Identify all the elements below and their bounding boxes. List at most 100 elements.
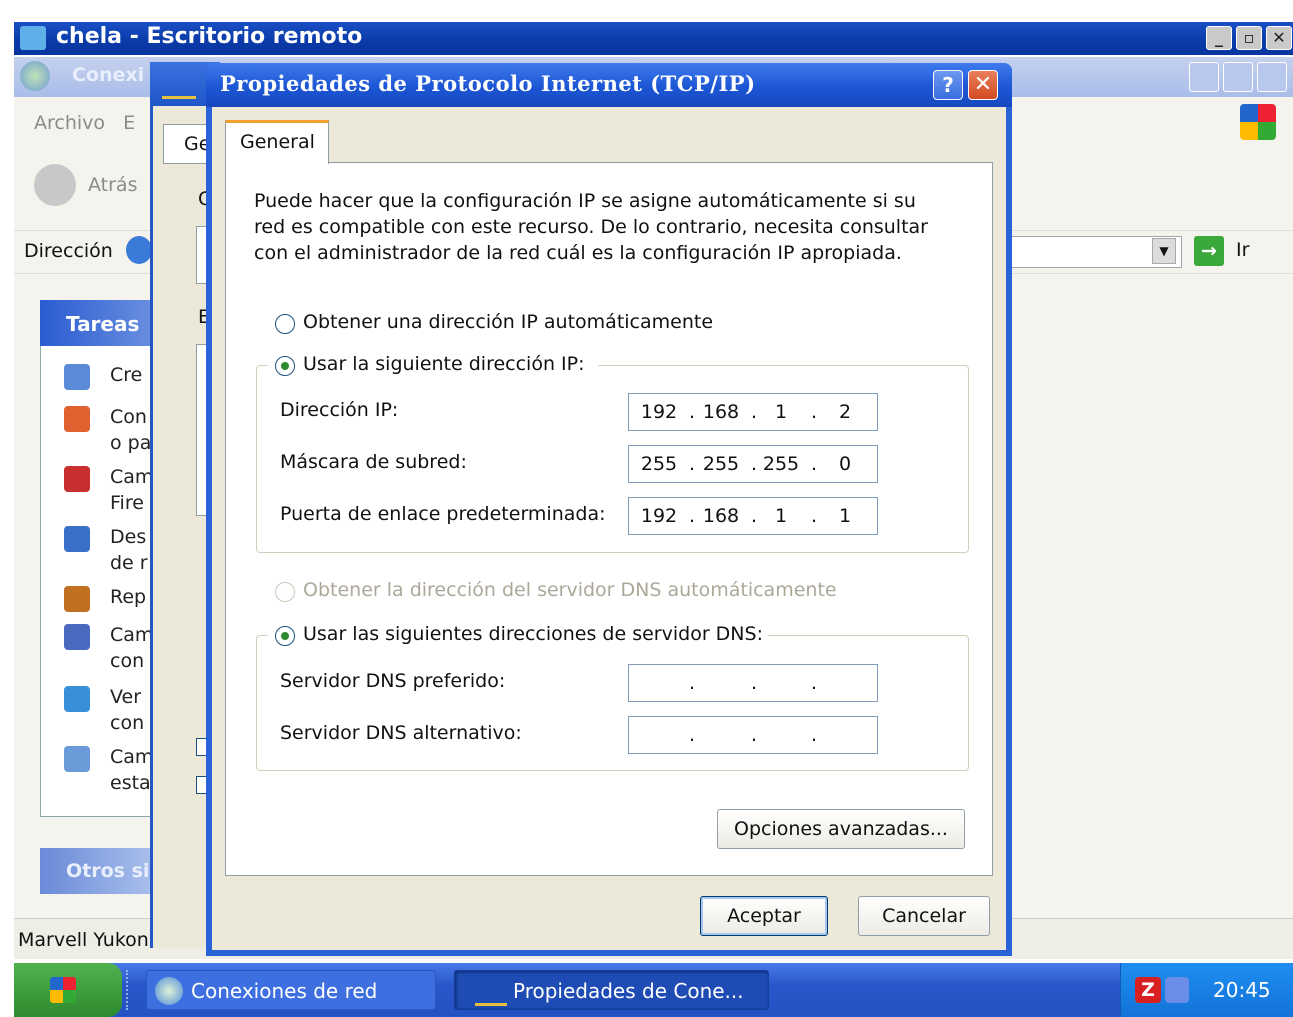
ip-address-input[interactable]: 192. 168. 1. 1	[628, 497, 878, 535]
ip-octet-separator: .	[750, 724, 758, 746]
dialog-titlebar: Propiedades de Protocolo Internet (TCP/I…	[206, 63, 1012, 107]
system-tray: Z 20:45	[1120, 963, 1293, 1017]
ip-manual-radio-circle	[275, 356, 295, 376]
ip-octet[interactable]: 1	[761, 505, 801, 527]
ok-button[interactable]: Aceptar	[700, 896, 828, 936]
ip-octet[interactable]: 255	[761, 453, 801, 475]
dns-auto-radio[interactable]: Obtener la dirección del servidor DNS au…	[273, 578, 873, 606]
taskbar-item-label: Propiedades de Cone...	[513, 979, 744, 1003]
description-line: red es compatible con este recurso. De l…	[254, 216, 928, 238]
description-text: Puede hacer que la configuración IP se a…	[254, 188, 928, 266]
dialog-close-button[interactable]: ✕	[968, 70, 998, 100]
close-icon[interactable]	[1257, 62, 1287, 92]
other-places-header[interactable]: Otros si	[40, 848, 155, 894]
advanced-options-button[interactable]: Opciones avanzadas...	[717, 809, 965, 849]
explorer-menu[interactable]: Archivo E	[34, 112, 135, 134]
task-label: Des	[110, 526, 147, 548]
task-icon	[64, 466, 90, 492]
windows-flag-icon	[50, 977, 76, 1003]
task-label: Cam	[110, 624, 154, 646]
task-icon	[64, 526, 90, 552]
task-icon	[64, 586, 90, 612]
task-label: de r	[110, 552, 148, 574]
cancel-button[interactable]: Cancelar	[858, 896, 990, 936]
description-line: con el administrador de la red cuál es l…	[254, 242, 902, 264]
ip-octet[interactable]: 255	[639, 453, 679, 475]
help-button[interactable]: ?	[933, 70, 963, 100]
remote-desktop-icon	[20, 26, 46, 50]
network-adapter-icon	[475, 983, 507, 1006]
restore-icon[interactable]	[1223, 62, 1253, 92]
field-label: Servidor DNS preferido:	[280, 670, 506, 692]
ip-octet-separator: .	[750, 453, 758, 475]
close-icon[interactable]: ✕	[1266, 26, 1292, 50]
back-label: Atrás	[88, 174, 138, 196]
ip-octet[interactable]: 1	[761, 401, 801, 423]
minimize-icon[interactable]: _	[1206, 26, 1232, 50]
restore-icon[interactable]: ▫	[1236, 26, 1262, 50]
antivirus-icon[interactable]: Z	[1135, 977, 1161, 1003]
dns-auto-label: Obtener la dirección del servidor DNS au…	[303, 579, 837, 601]
go-button[interactable]: → Ir	[1192, 234, 1272, 268]
ip-manual-label: Usar la siguiente dirección IP:	[303, 353, 585, 375]
task-icon	[64, 364, 90, 390]
dns-manual-radio[interactable]: Usar las siguientes direcciones de servi…	[268, 620, 768, 650]
remote-desktop-title: chela - Escritorio remoto	[56, 24, 363, 49]
windows-logo-icon	[1240, 104, 1276, 140]
task-icon	[64, 624, 90, 650]
minimize-icon[interactable]	[1189, 62, 1219, 92]
ip-octet[interactable]: 255	[701, 453, 741, 475]
tab-general-label: General	[240, 131, 315, 153]
go-arrow-icon: →	[1194, 236, 1224, 266]
ip-manual-radio[interactable]: Usar la siguiente dirección IP:	[268, 350, 598, 380]
ip-octet-separator: .	[810, 453, 818, 475]
dns-auto-radio-circle	[275, 582, 295, 602]
taskbar-network-connections[interactable]: Conexiones de red	[146, 970, 436, 1010]
taskbar-connection-properties[interactable]: Propiedades de Cone...	[454, 970, 769, 1010]
ip-auto-radio[interactable]: Obtener una dirección IP automáticamente	[273, 310, 773, 338]
dns-manual-radio-circle	[275, 626, 295, 646]
taskbar-item-label: Conexiones de red	[191, 979, 378, 1003]
ip-octet[interactable]: 192	[639, 401, 679, 423]
task-label: Con	[110, 406, 147, 428]
field-label: Máscara de subred:	[280, 451, 467, 473]
ip-octet[interactable]: 168	[701, 505, 741, 527]
ip-auto-label: Obtener una dirección IP automáticamente	[303, 311, 714, 333]
tasks-header[interactable]: Tareas	[40, 300, 155, 346]
field-label: Dirección IP:	[280, 399, 399, 421]
description-line: Puede hacer que la configuración IP se a…	[254, 190, 916, 212]
ip-octet[interactable]: 168	[701, 401, 741, 423]
ip-address-input[interactable]: 192. 168. 1. 2	[628, 393, 878, 431]
back-button[interactable]: Atrás	[34, 162, 144, 208]
ip-octet[interactable]: 1	[825, 505, 865, 527]
ip-octet[interactable]: 192	[639, 505, 679, 527]
network-tray-icon[interactable]	[1165, 977, 1189, 1003]
ip-auto-radio-circle	[275, 314, 295, 334]
tab-general[interactable]: General	[225, 120, 329, 164]
address-label: Dirección	[24, 240, 113, 262]
ip-octet-separator: .	[688, 453, 696, 475]
ip-octet-separator: .	[688, 401, 696, 423]
task-label: Cam	[110, 466, 154, 488]
ip-octet-separator: .	[688, 724, 696, 746]
ip-octet-separator: .	[810, 505, 818, 527]
ip-octet-separator: .	[750, 401, 758, 423]
ip-octet[interactable]: 0	[825, 453, 865, 475]
task-label: esta	[110, 772, 151, 794]
address-dropdown-icon[interactable]: ▼	[1152, 238, 1176, 264]
network-adapter-icon	[162, 72, 196, 99]
address-globe-icon	[126, 236, 152, 264]
ip-octet[interactable]: 2	[825, 401, 865, 423]
explorer-title: Conexi	[72, 64, 145, 86]
task-label: con	[110, 712, 145, 734]
task-label: Cre	[110, 364, 143, 386]
start-button[interactable]	[14, 963, 122, 1017]
task-label: Rep	[110, 586, 147, 608]
ip-octet-separator: .	[750, 505, 758, 527]
task-label: Ver	[110, 686, 142, 708]
ip-address-input[interactable]: ...	[628, 716, 878, 754]
ip-address-input[interactable]: 255. 255. 255. 0	[628, 445, 878, 483]
ip-octet-separator: .	[750, 672, 758, 694]
explorer-window-controls	[1189, 62, 1289, 92]
ip-address-input[interactable]: ...	[628, 664, 878, 702]
